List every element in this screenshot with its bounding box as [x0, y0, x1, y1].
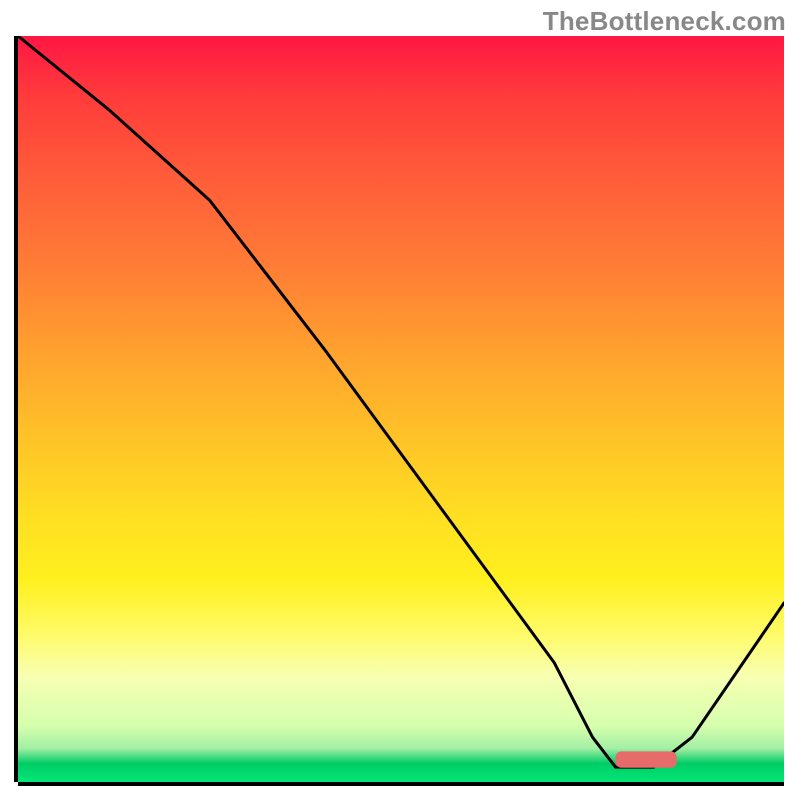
- x-axis-line: [18, 782, 784, 786]
- watermark-text: TheBottleneck.com: [543, 6, 786, 37]
- curve-path: [18, 36, 784, 767]
- highlight-bar: [616, 751, 677, 767]
- line-layer-svg: [18, 36, 784, 782]
- chart-container: TheBottleneck.com: [0, 0, 800, 800]
- plot-area: [18, 36, 784, 782]
